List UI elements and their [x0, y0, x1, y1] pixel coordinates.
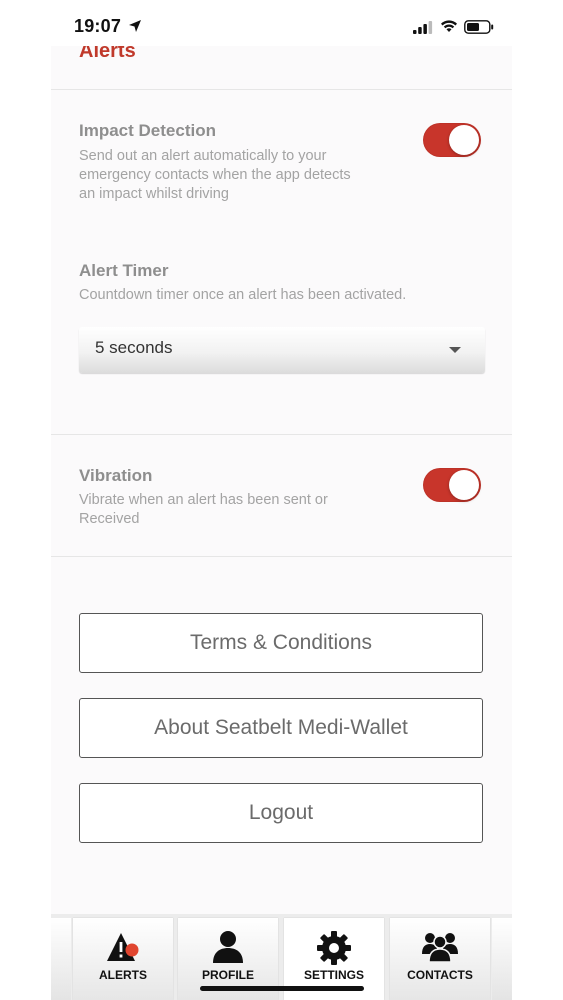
- tab-alerts[interactable]: ALERTS: [73, 918, 173, 1000]
- tab-label: ALERTS: [99, 968, 147, 982]
- status-time: 19:07: [74, 16, 122, 36]
- battery-icon: [464, 20, 494, 34]
- settings-screen: 19:07 Alerts Impact Detection Send out a…: [0, 0, 563, 1000]
- vibration-toggle[interactable]: [423, 468, 481, 502]
- divider: [51, 89, 512, 90]
- wifi-icon: [441, 20, 457, 32]
- status-bar: 19:07: [0, 0, 563, 46]
- alert-timer-select[interactable]: 5 seconds: [79, 327, 485, 373]
- home-indicator[interactable]: [200, 986, 364, 991]
- divider: [51, 556, 512, 557]
- group-icon: [422, 933, 458, 962]
- person-icon: [213, 931, 243, 963]
- gear-icon: [317, 931, 351, 965]
- about-button[interactable]: About Seatbelt Medi-Wallet: [79, 698, 483, 758]
- tab-contacts[interactable]: CONTACTS: [390, 918, 490, 1000]
- vibration-title: Vibration: [79, 466, 153, 485]
- tab-label: PROFILE: [201, 968, 254, 982]
- impact-detection-title: Impact Detection: [79, 121, 216, 140]
- tab-edge: [51, 918, 71, 1000]
- alert-timer-title: Alert Timer: [79, 261, 169, 280]
- toggle-knob: [449, 470, 479, 500]
- terms-conditions-button[interactable]: Terms & Conditions: [79, 613, 483, 673]
- tab-label: CONTACTS: [407, 968, 473, 982]
- tab-edge: [492, 918, 512, 1000]
- alert-icon: [107, 933, 139, 961]
- impact-detection-description: Send out an alert automatically to your …: [79, 148, 351, 202]
- alert-timer-description: Countdown timer once an alert has been a…: [79, 287, 407, 303]
- divider: [51, 434, 512, 435]
- toggle-knob: [449, 125, 479, 155]
- location-arrow-icon: [129, 20, 141, 32]
- chevron-down-icon: [449, 347, 461, 353]
- alert-timer-value: 5 seconds: [95, 338, 173, 357]
- vibration-description: Vibrate when an alert has been sent or R…: [79, 492, 328, 527]
- impact-detection-toggle[interactable]: [423, 123, 481, 157]
- logout-button[interactable]: Logout: [79, 783, 483, 843]
- tab-label: SETTINGS: [303, 968, 364, 982]
- cellular-signal-icon: [413, 21, 433, 34]
